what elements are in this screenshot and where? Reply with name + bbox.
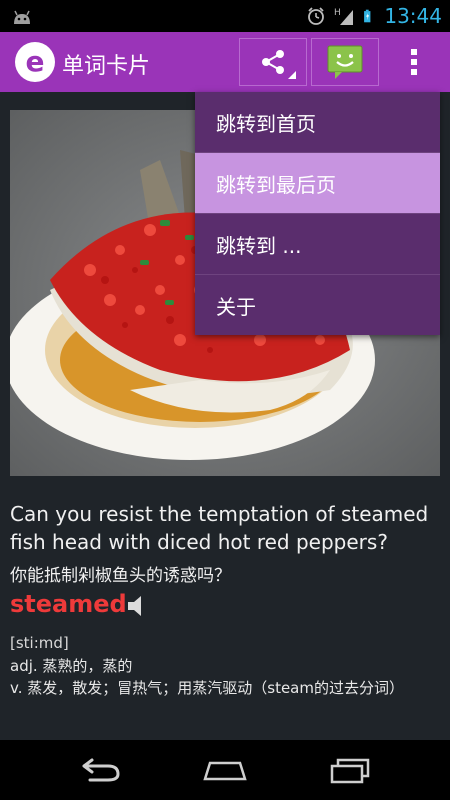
status-bar: H 13:44: [0, 0, 450, 32]
battery-icon: [364, 9, 371, 23]
action-bar: e 单词卡片: [0, 32, 450, 92]
overflow-menu: 跳转到首页 跳转到最后页 跳转到 ... 关于: [195, 92, 440, 335]
menu-item-last-page[interactable]: 跳转到最后页: [195, 153, 440, 214]
home-icon: [203, 761, 247, 781]
back-icon: [82, 758, 120, 782]
navigation-bar: [0, 740, 450, 800]
overflow-menu-button[interactable]: [398, 42, 430, 82]
logo-letter: e: [26, 45, 45, 78]
speaker-icon[interactable]: [126, 593, 148, 619]
overflow-menu-icon: [411, 49, 417, 75]
status-right: H 13:44: [306, 0, 442, 32]
sms-icon: [327, 45, 363, 79]
menu-item-jump-to[interactable]: 跳转到 ...: [195, 214, 440, 275]
phonetic: [sti:md]: [10, 634, 69, 652]
vocabulary-word: steamed: [10, 590, 127, 618]
menu-item-first-page[interactable]: 跳转到首页: [195, 92, 440, 153]
back-button[interactable]: [75, 752, 125, 788]
app-title: 单词卡片: [62, 54, 151, 79]
network-type: H: [334, 8, 341, 18]
alarm-icon: [308, 7, 325, 25]
menu-item-about[interactable]: 关于: [195, 275, 440, 335]
dropdown-corner-icon: [288, 71, 296, 79]
clock: 13:44: [384, 4, 442, 28]
definition-verb: v. 蒸发，散发；冒热气；用蒸汽驱动（steam的过去分词）: [10, 679, 404, 697]
app-logo-icon[interactable]: e: [14, 41, 56, 83]
android-icon: [14, 10, 30, 24]
home-button[interactable]: [200, 752, 250, 788]
recents-button[interactable]: [325, 752, 375, 788]
share-button[interactable]: [239, 38, 307, 86]
recents-icon: [330, 758, 370, 784]
definition-adj: adj. 蒸熟的，蒸的: [10, 657, 133, 675]
share-icon: [262, 50, 284, 74]
signal-icon: H: [334, 8, 354, 25]
example-sentence-zh: 你能抵制剁椒鱼头的诱惑吗？: [10, 566, 231, 586]
example-sentence-en: Can you resist the temptation of steamed…: [10, 502, 429, 554]
sms-button[interactable]: [311, 38, 379, 86]
